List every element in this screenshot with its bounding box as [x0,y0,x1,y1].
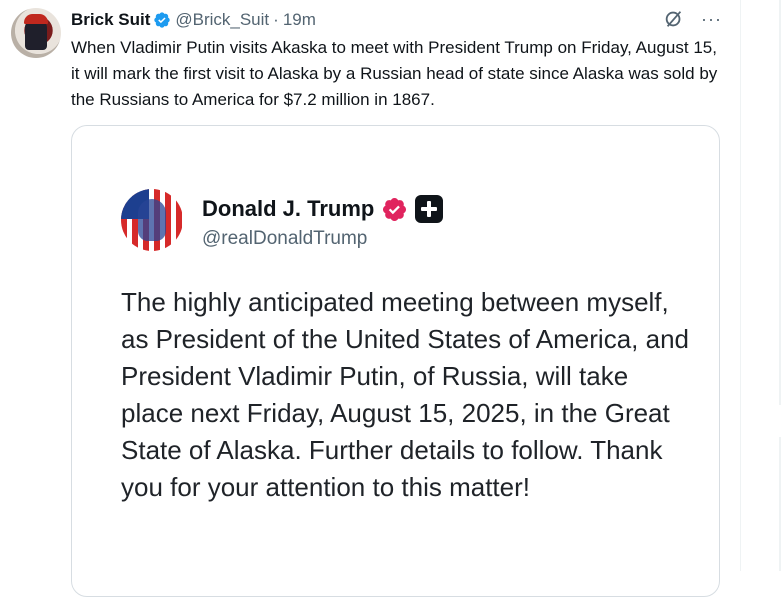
tweet[interactable]: Brick Suit @Brick_Suit · 19m ··· When Vl… [0,0,740,597]
avatar-face [138,199,166,241]
tweet-actions: ··· [663,8,722,30]
author-name[interactable]: Brick Suit [71,10,150,30]
embedded-author-name[interactable]: Donald J. Trump [202,196,374,222]
grok-icon[interactable] [663,8,685,30]
embedded-author-avatar[interactable] [121,189,183,251]
verified-icon [154,12,171,28]
more-icon[interactable]: ··· [701,10,722,28]
embedded-author-handle[interactable]: @realDonaldTrump [202,228,367,250]
plus-badge-icon [415,195,444,223]
embedded-post-card[interactable]: Donald J. Trump @realDonaldTrump The hig… [71,125,720,597]
embedded-author-name-row: Donald J. Trump [202,195,444,223]
author-avatar[interactable] [11,8,61,58]
scroll-track-lower[interactable] [779,437,781,571]
avatar-hat [24,14,48,24]
tweet-header: Brick Suit @Brick_Suit · 19m [71,9,316,31]
verified-badge-icon [383,197,407,221]
tweet-text: When Vladimir Putin visits Akaska to mee… [71,38,718,109]
author-handle[interactable]: @Brick_Suit [175,10,269,30]
tweet-time[interactable]: 19m [283,10,316,30]
time-separator: · [273,10,279,29]
embedded-post-text: The highly anticipated meeting between m… [121,287,689,502]
right-sidebar-edge [740,0,784,571]
scroll-track[interactable] [779,0,781,405]
